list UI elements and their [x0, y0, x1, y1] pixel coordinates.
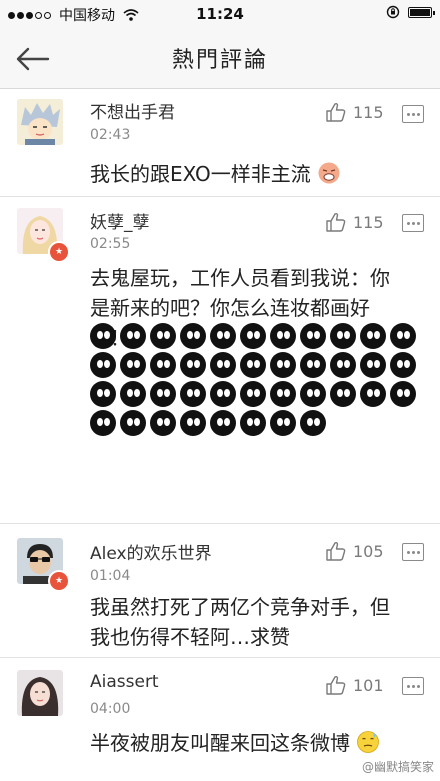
ghost-emoji-icon	[270, 381, 296, 407]
comment-text-line: 我虽然打死了两亿个竞争对手，但	[90, 595, 390, 619]
ghost-emoji-icon	[390, 352, 416, 378]
ghost-emoji-icon	[210, 352, 236, 378]
ghost-emoji-icon	[390, 381, 416, 407]
ghost-emoji-icon	[150, 352, 176, 378]
thumbs-up-icon	[326, 675, 346, 695]
ghost-emoji-icon	[120, 323, 146, 349]
thumbs-up-icon	[326, 102, 346, 122]
comment-text-line: 去鬼屋玩，工作人员看到我说：你	[90, 266, 390, 290]
like-button[interactable]: 115	[325, 211, 384, 233]
comment-time: 02:55	[90, 236, 131, 252]
status-time: 11:24	[196, 5, 244, 23]
comment-username[interactable]: Alex的欢乐世界	[90, 539, 212, 564]
ghost-emoji-icon	[240, 410, 266, 436]
comment-time: 01:04	[90, 568, 131, 584]
laughing-emoji-icon	[318, 162, 340, 184]
ghost-emoji-icon	[300, 381, 326, 407]
comment-text: 我长的跟EXO一样非主流	[90, 159, 420, 189]
ghost-emoji-icon	[180, 352, 206, 378]
ghost-emoji-icon	[90, 410, 116, 436]
ghost-emoji-icon	[210, 410, 236, 436]
verified-badge: ★	[48, 570, 70, 592]
ghost-emoji-icon	[240, 323, 266, 349]
comment-username[interactable]: 妖孽_孽	[90, 208, 150, 233]
like-button[interactable]: 105	[325, 540, 384, 562]
ghost-emoji-icon	[150, 410, 176, 436]
comment-text: 我虽然打死了两亿个竞争对手，但 我也伤得不轻阿…求赞	[90, 592, 420, 652]
comment-username[interactable]: 不想出手君	[90, 98, 175, 123]
comment-item: 不想出手君 02:43 115 我长的跟EXO一样非主流	[0, 89, 440, 197]
ghost-emoji-icon	[90, 352, 116, 378]
more-options-button[interactable]	[402, 677, 424, 695]
ghost-emoji-icon	[90, 381, 116, 407]
ghost-emoji-icon	[180, 323, 206, 349]
ghost-emoji-icon	[330, 352, 356, 378]
like-count: 105	[353, 541, 384, 561]
like-button[interactable]: 115	[325, 101, 384, 123]
page-title: 熱門評論	[171, 48, 268, 73]
watermark: @幽默搞笑家	[361, 760, 434, 774]
avatar[interactable]	[17, 670, 63, 716]
ghost-emoji-icon	[270, 323, 296, 349]
ghost-emoji-icon	[150, 323, 176, 349]
like-count: 101	[353, 675, 384, 695]
ghost-emoji-icon	[180, 410, 206, 436]
ghost-emoji-icon	[240, 352, 266, 378]
ghost-emoji-icon	[240, 381, 266, 407]
comment-text-content: 半夜被朋友叫醒来回这条微博	[90, 731, 350, 755]
ghost-emoji-icon	[120, 410, 146, 436]
ghost-emoji-icon	[390, 323, 416, 349]
like-count: 115	[353, 102, 384, 122]
more-options-button[interactable]	[402, 543, 424, 561]
avatar[interactable]	[17, 99, 63, 145]
ghost-emoji-icon	[90, 323, 116, 349]
ghost-emoji-icon	[360, 323, 386, 349]
comment-text-content: 我长的跟EXO一样非主流	[90, 162, 311, 186]
ghost-emoji-icon	[300, 352, 326, 378]
comment-item: ★ Alex的欢乐世界 01:04 105 我虽然打死了两亿个竞争对手，但 我也…	[0, 524, 440, 658]
status-bar: 中国移动 11:24	[0, 0, 440, 28]
comment-text: 半夜被朋友叫醒来回这条微博	[90, 728, 420, 758]
sweating-emoji-icon	[357, 731, 380, 753]
ghost-emoji-icon	[300, 410, 326, 436]
more-options-button[interactable]	[402, 214, 424, 232]
ghost-emoji-icon	[270, 410, 296, 436]
comment-username[interactable]: Aiassert	[90, 672, 159, 692]
ghost-emoji-icon	[120, 352, 146, 378]
ghost-emoji-icon	[120, 381, 146, 407]
ghost-emoji-icon	[210, 323, 236, 349]
ghost-emoji-icon	[210, 381, 236, 407]
ghost-emoji-icon	[330, 323, 356, 349]
emoji-grid	[90, 323, 430, 436]
more-options-button[interactable]	[402, 105, 424, 123]
thumbs-up-icon	[326, 541, 346, 561]
ghost-emoji-icon	[300, 323, 326, 349]
ghost-emoji-icon	[360, 381, 386, 407]
battery-icon	[408, 6, 435, 18]
like-button[interactable]: 101	[325, 674, 384, 696]
comment-time: 02:43	[90, 127, 131, 143]
ghost-emoji-icon	[270, 352, 296, 378]
thumbs-up-icon	[326, 212, 346, 232]
comment-text-line: 是新来的吧？你怎么连妆都画好	[90, 296, 370, 320]
comment-item: ★ 妖孽_孽 02:55 115 去鬼屋玩，工作人员看到我说：你 是新来的吧？你…	[0, 197, 440, 522]
ghost-emoji-icon	[360, 352, 386, 378]
nav-bar: 熱門評論	[0, 28, 440, 89]
comment-text-line: 我也伤得不轻阿…求赞	[90, 625, 290, 649]
verified-badge: ★	[48, 241, 70, 263]
ghost-emoji-icon	[180, 381, 206, 407]
ghost-emoji-icon	[150, 381, 176, 407]
ghost-emoji-icon	[330, 381, 356, 407]
rotation-lock-icon	[386, 5, 400, 19]
comment-time: 04:00	[90, 701, 131, 717]
status-right	[386, 5, 435, 19]
like-count: 115	[353, 212, 384, 232]
